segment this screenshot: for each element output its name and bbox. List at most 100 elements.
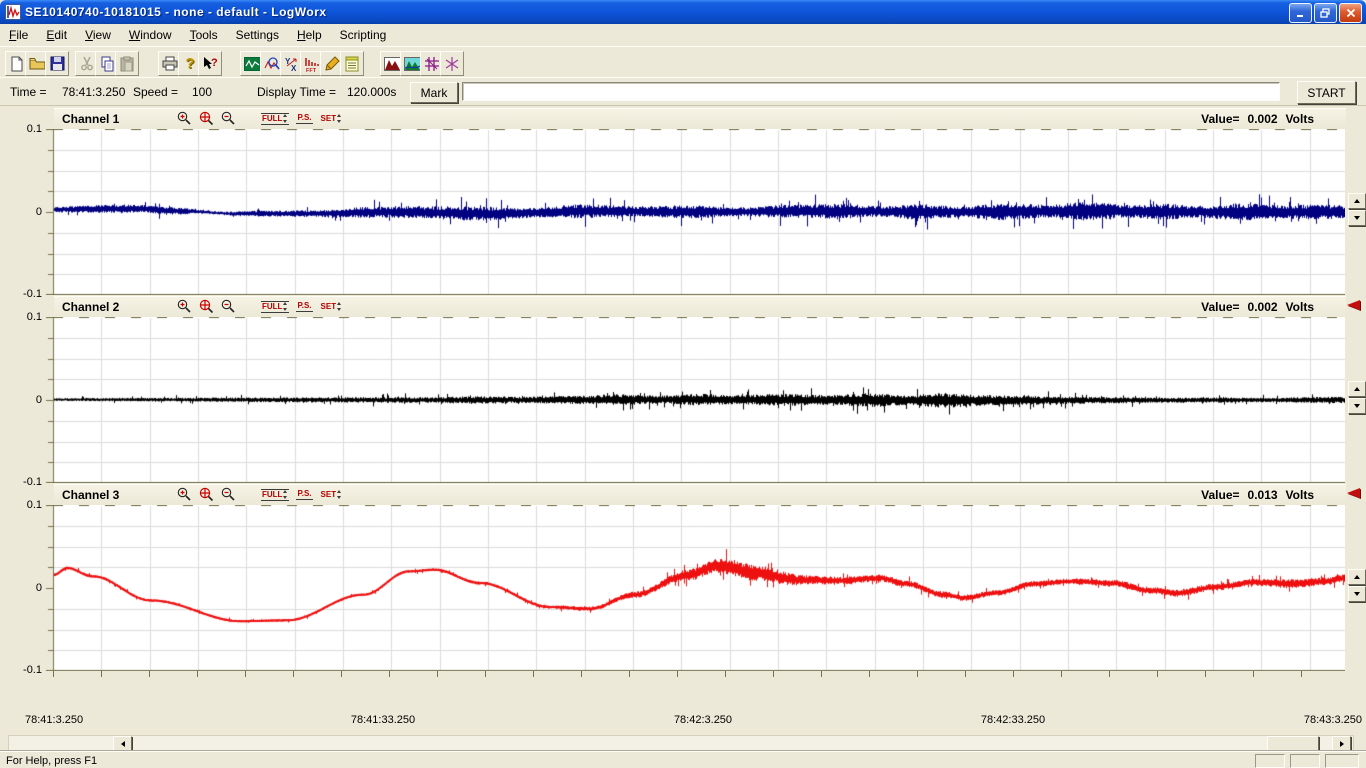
spin-up-button[interactable] xyxy=(1348,569,1366,585)
channel2-name: Channel 2 xyxy=(62,300,119,314)
value-number: 0.002 xyxy=(1248,300,1278,314)
menu-help[interactable]: Help xyxy=(288,26,331,44)
value-label: Value= xyxy=(1201,488,1239,502)
y-axis-label: 0 xyxy=(0,206,42,218)
compare-axes-button[interactable] xyxy=(440,51,464,76)
scroll-right-button[interactable] xyxy=(1332,736,1351,752)
time-value: 78:41:3.250 xyxy=(62,85,125,99)
ps-scale-button[interactable]: P.S. xyxy=(296,301,312,312)
x-axis-label: 78:42:3.250 xyxy=(674,714,732,726)
mark-button[interactable]: Mark xyxy=(410,82,458,103)
zoom-pan-icon[interactable] xyxy=(199,299,214,314)
main-toolbar: ? ? YX FFT xyxy=(0,46,1366,78)
save-button[interactable] xyxy=(45,51,69,76)
svg-text:?: ? xyxy=(211,57,218,69)
start-button[interactable]: START xyxy=(1297,81,1356,104)
menu-scripting[interactable]: Scripting xyxy=(331,26,396,44)
channel1-toolbar: FULL P.S. SET xyxy=(177,111,343,126)
full-scale-button[interactable]: FULL xyxy=(261,301,289,313)
set-scale-button[interactable]: SET xyxy=(320,114,344,124)
spin-down-button[interactable] xyxy=(1348,210,1366,226)
channel1-plot[interactable] xyxy=(45,129,1345,295)
menu-view[interactable]: View xyxy=(76,26,120,44)
close-button[interactable] xyxy=(1339,3,1362,23)
menu-edit[interactable]: Edit xyxy=(37,26,76,44)
x-axis-label: 78:41:3.250 xyxy=(25,714,83,726)
x-axis-label: 78:41:33.250 xyxy=(351,714,415,726)
speed-label: Speed = xyxy=(133,85,178,99)
paste-button[interactable] xyxy=(115,51,139,76)
restore-icon xyxy=(1320,8,1331,18)
updown-arrow-icon xyxy=(337,302,342,311)
updown-arrow-icon xyxy=(283,302,288,311)
fft-icon: FFT xyxy=(304,56,320,72)
status-text: For Help, press F1 xyxy=(6,755,97,767)
value-number: 0.002 xyxy=(1248,112,1278,126)
ps-scale-button[interactable]: P.S. xyxy=(296,489,312,500)
zoom-out-icon[interactable] xyxy=(221,111,236,126)
axis-scale-icon: YX xyxy=(284,56,300,72)
zoom-out-icon[interactable] xyxy=(221,299,236,314)
spin-down-button[interactable] xyxy=(1348,586,1366,602)
title-bar: SE10140740-10181015 - none - default - L… xyxy=(0,0,1366,24)
full-scale-button[interactable]: FULL xyxy=(261,489,289,501)
overlay-axes-icon xyxy=(424,56,440,72)
updown-arrow-icon xyxy=(283,490,288,499)
open-folder-icon xyxy=(29,56,46,71)
channel1-value: Value= 0.002 Volts xyxy=(1201,112,1314,126)
menu-tools[interactable]: Tools xyxy=(181,26,227,44)
channel1-header: Channel 1 FULL P.S. SET Value= 0.002 Vol… xyxy=(54,108,1346,130)
window-title: SE10140740-10181015 - none - default - L… xyxy=(25,5,327,19)
channel2-plot[interactable] xyxy=(45,317,1345,483)
channel3-plot[interactable] xyxy=(45,505,1345,671)
zoom-in-icon[interactable] xyxy=(177,299,192,314)
set-scale-button[interactable]: SET xyxy=(320,490,344,500)
menu-settings[interactable]: Settings xyxy=(227,26,288,44)
channel2-value: Value= 0.002 Volts xyxy=(1201,300,1314,314)
zoom-out-icon[interactable] xyxy=(221,487,236,502)
spin-up-button[interactable] xyxy=(1348,193,1366,209)
restore-button[interactable] xyxy=(1314,3,1337,23)
zoom-in-icon[interactable] xyxy=(177,111,192,126)
svg-text:X: X xyxy=(291,64,297,72)
up-arrow-icon xyxy=(1354,199,1360,203)
context-help-button[interactable]: ? xyxy=(198,51,222,76)
full-scale-button[interactable]: FULL xyxy=(261,113,289,125)
value-label: Value= xyxy=(1201,300,1239,314)
updown-arrow-icon xyxy=(283,114,288,123)
zoom-pan-icon[interactable] xyxy=(199,111,214,126)
value-number: 0.013 xyxy=(1248,488,1278,502)
close-icon xyxy=(1346,8,1356,18)
channel3-name: Channel 3 xyxy=(62,488,119,502)
value-unit: Volts xyxy=(1286,112,1314,126)
minimize-button[interactable] xyxy=(1289,3,1312,23)
set-scale-button[interactable]: SET xyxy=(320,302,344,312)
settings-list-icon xyxy=(345,56,359,72)
channel3-value: Value= 0.013 Volts xyxy=(1201,488,1314,502)
up-arrow-icon xyxy=(1354,387,1360,391)
question-mark-icon: ? xyxy=(185,55,194,72)
channel2-marker-arrow[interactable] xyxy=(1347,300,1360,310)
copy-icon xyxy=(100,56,115,72)
spin-down-button[interactable] xyxy=(1348,398,1366,414)
ps-scale-button[interactable]: P.S. xyxy=(296,113,312,124)
menu-file[interactable]: File xyxy=(0,26,37,44)
channel3-marker-arrow[interactable] xyxy=(1347,488,1360,498)
spin-up-button[interactable] xyxy=(1348,381,1366,397)
channel2-toolbar: FULL P.S. SET xyxy=(177,299,343,314)
x-axis-label: 78:43:3.250 xyxy=(1304,714,1362,726)
updown-arrow-icon xyxy=(337,490,342,499)
zoom-in-icon[interactable] xyxy=(177,487,192,502)
channel-settings-button[interactable] xyxy=(340,51,364,76)
channel1-offset-spinner xyxy=(1348,193,1364,227)
scroll-left-button[interactable] xyxy=(113,736,132,752)
menu-bar: File Edit View Window Tools Settings Hel… xyxy=(0,24,1366,46)
waveform-display-icon xyxy=(244,57,261,71)
right-arrow-icon xyxy=(1340,741,1344,747)
display-time-value: 120.000s xyxy=(347,85,396,99)
menu-window[interactable]: Window xyxy=(120,26,181,44)
scrollbar-thumb[interactable] xyxy=(1267,736,1319,752)
zoom-pan-icon[interactable] xyxy=(199,487,214,502)
speed-value: 100 xyxy=(192,85,212,99)
new-document-icon xyxy=(9,56,25,72)
